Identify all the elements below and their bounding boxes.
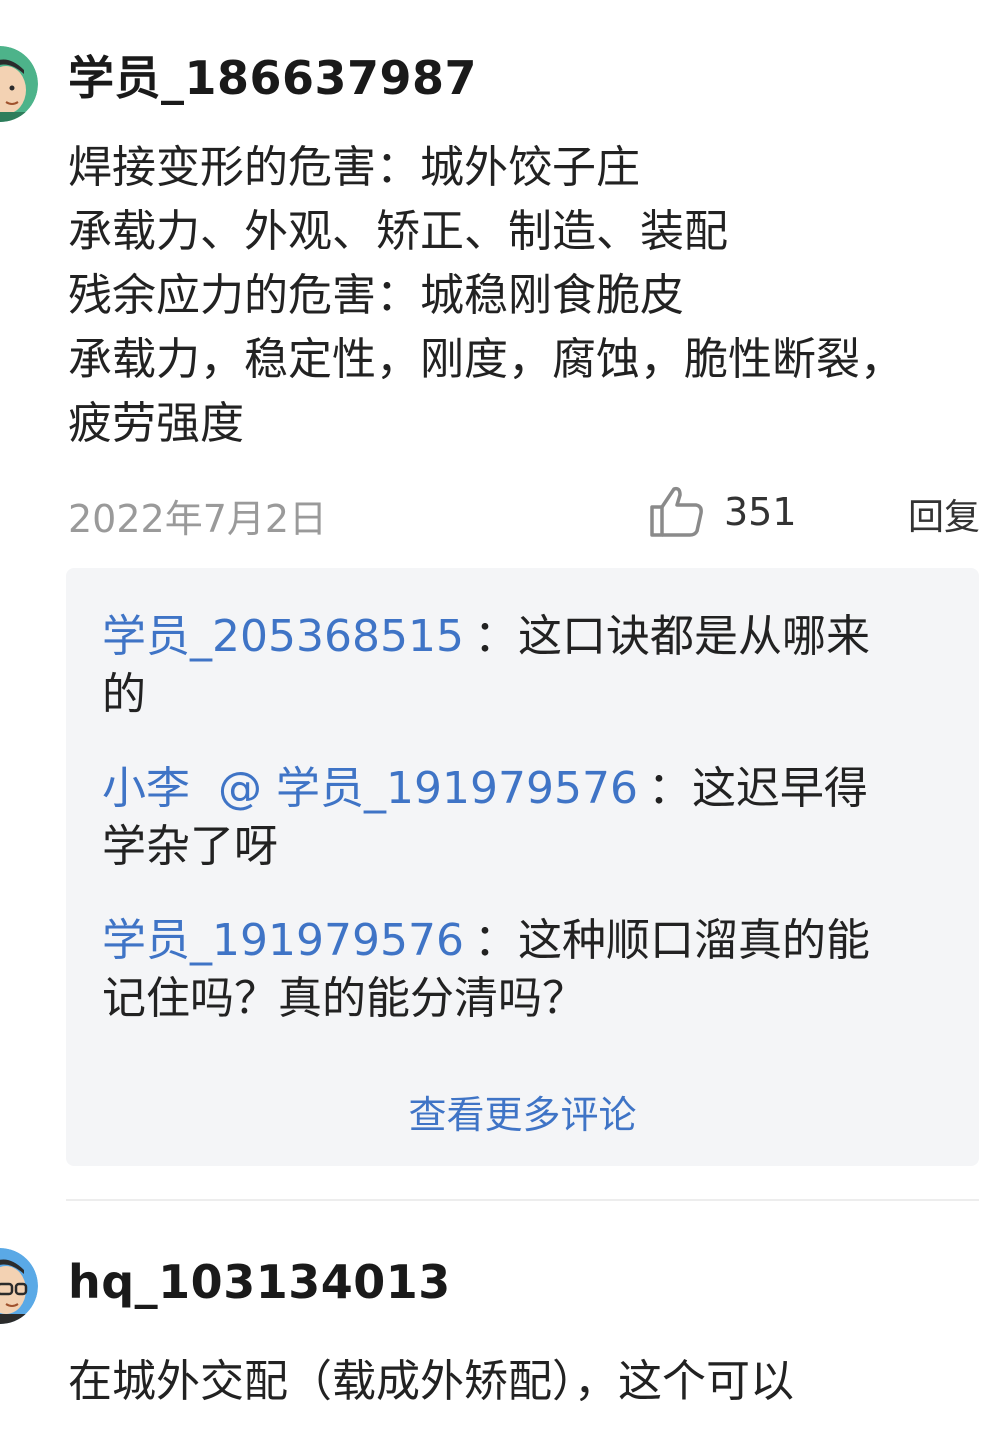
- reply-separator: ：: [473, 611, 518, 662]
- reply-line: 小李 @ 学员_191979576 ：这迟早得: [102, 760, 952, 818]
- thumbs-up-icon: [650, 486, 703, 537]
- reply-line: 学员_191979576 ：这种顺口溜真的能: [102, 912, 952, 970]
- reply-text: 这种顺口溜真的能: [517, 915, 870, 966]
- replies-box: 学员_205368515 ：这口诀都是从哪来 的 小李 @ 学员_191979576…: [66, 568, 979, 1166]
- like-count: 351: [724, 490, 797, 534]
- comment-username[interactable]: 学员_186637987: [68, 42, 477, 108]
- reply-line: 学员_205368515 ：这口诀都是从哪来: [102, 608, 952, 666]
- comment-feed: 学员_186637987 焊接变形的危害：城外饺子庄 承载力、外观、矫正、制造、…: [0, 0, 1007, 1445]
- view-more-comments-link[interactable]: 查看更多评论: [66, 1084, 979, 1139]
- reply-item[interactable]: 小李 @ 学员_191979576 ：这迟早得 学杂了呀: [102, 760, 952, 876]
- reply-mention[interactable]: @ 学员_191979576: [218, 763, 638, 814]
- comment-line: 疲劳强度: [68, 398, 244, 449]
- like-button[interactable]: 351: [648, 484, 797, 540]
- divider: [66, 1199, 979, 1201]
- comment-line: 承载力，稳定性，刚度，腐蚀，脆性断裂，: [68, 334, 904, 385]
- comment-date: 2022年7月2日: [68, 497, 328, 541]
- comment-meta: 2022年7月2日 351 回复: [68, 484, 980, 541]
- reply-line: 学杂了呀: [102, 821, 278, 872]
- reply-text: 这口诀都是从哪来: [517, 611, 870, 662]
- reply-line: 记住吗？真的能分清吗？: [102, 973, 586, 1024]
- reply-separator: ：: [647, 763, 692, 814]
- reply-button[interactable]: 回复: [908, 488, 980, 540]
- comment-line: 承载力、外观、矫正、制造、装配: [68, 206, 728, 257]
- comment-text: 在城外交配（载成外矫配），这个可以: [68, 1356, 794, 1407]
- cartoon-man-glasses-avatar-icon: [0, 1248, 38, 1324]
- reply-username[interactable]: 学员_205368515: [102, 611, 464, 662]
- reply-username[interactable]: 学员_191979576: [102, 915, 464, 966]
- reply-item[interactable]: 学员_191979576 ：这种顺口溜真的能 记住吗？真的能分清吗？: [102, 912, 952, 1028]
- comment-line: 残余应力的危害：城稳刚食脆皮: [68, 270, 684, 321]
- reply-username[interactable]: 小李: [102, 763, 190, 814]
- comment-line: 焊接变形的危害：城外饺子庄: [68, 142, 640, 193]
- avatar[interactable]: [0, 46, 38, 122]
- comment-text: 焊接变形的危害：城外饺子庄 承载力、外观、矫正、制造、装配 残余应力的危害：城稳…: [68, 136, 998, 456]
- cartoon-man-avatar-icon: [0, 46, 38, 122]
- reply-item[interactable]: 学员_205368515 ：这口诀都是从哪来 的: [102, 608, 952, 724]
- reply-separator: ：: [473, 915, 518, 966]
- reply-line: 的: [102, 669, 146, 720]
- avatar[interactable]: [0, 1248, 38, 1324]
- comment-username[interactable]: hq_103134013: [68, 1255, 451, 1309]
- reply-text: 这迟早得: [691, 763, 868, 814]
